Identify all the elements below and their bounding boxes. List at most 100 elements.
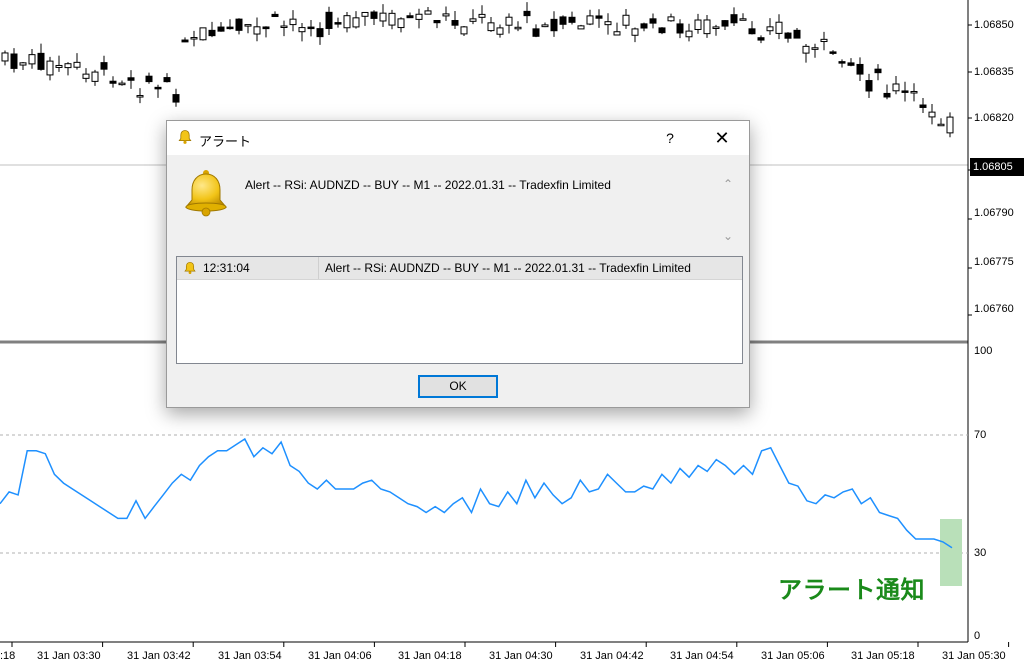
candle-body <box>325 11 333 29</box>
time-label: 31 Jan 04:06 <box>308 650 372 662</box>
time-label: 31 Jan 03:30 <box>37 650 101 662</box>
candle-body <box>568 16 576 23</box>
alert-highlight <box>940 519 962 586</box>
candle-body <box>721 20 729 27</box>
candle-body <box>145 75 153 83</box>
candle-body <box>514 26 522 30</box>
candle-body <box>658 27 666 34</box>
help-button[interactable]: ? <box>655 127 685 149</box>
candle-body <box>829 51 837 54</box>
price-label: 1.06790 <box>974 207 1014 219</box>
candle-body <box>622 14 630 26</box>
candle-body <box>244 24 252 27</box>
dialog-titlebar[interactable]: アラート ? ✕ <box>167 121 749 155</box>
candle-body <box>1 52 9 62</box>
candle-body <box>298 27 306 33</box>
candle-body <box>217 26 225 32</box>
candle-body <box>613 31 621 36</box>
candle-body <box>379 12 387 22</box>
candle-body <box>433 19 441 24</box>
candle-body <box>811 47 819 50</box>
time-label: 31 Jan 04:18 <box>398 650 462 662</box>
candle-body <box>901 90 909 93</box>
price-label: 1.06835 <box>974 66 1014 78</box>
candle-body <box>334 22 342 25</box>
candle-body <box>199 27 207 41</box>
alert-bell-icon <box>181 167 231 222</box>
candle-body <box>775 21 783 34</box>
candle-body <box>856 63 864 75</box>
time-label: :18 <box>0 650 16 662</box>
candle-body <box>163 77 171 83</box>
candle-body <box>424 10 432 15</box>
candle-body <box>55 64 63 68</box>
rsi-axis-label: 70 <box>974 429 987 441</box>
candle-body <box>757 37 765 41</box>
candle-body <box>343 15 351 29</box>
candle-body <box>208 29 216 37</box>
candle-body <box>91 71 99 82</box>
price-label: 1.06760 <box>974 303 1014 315</box>
candle-body <box>541 24 549 28</box>
ok-button[interactable]: OK <box>418 375 498 398</box>
rsi-axis-label: 0 <box>974 630 981 642</box>
time-label: 31 Jan 05:30 <box>942 650 1006 662</box>
candle-body <box>838 61 846 64</box>
candle-body <box>415 13 423 20</box>
close-button[interactable]: ✕ <box>707 127 737 149</box>
candle-body <box>172 94 180 103</box>
list-item[interactable]: 12:31:04 Alert -- RSi: AUDNZD -- BUY -- … <box>177 257 742 280</box>
candle-body <box>703 19 711 35</box>
candle-body <box>271 13 279 18</box>
candle-body <box>190 37 198 40</box>
candle-body <box>460 26 468 35</box>
candle-body <box>469 18 477 22</box>
rsi-axis-label: 100 <box>974 345 993 357</box>
candle-body <box>28 54 36 65</box>
candle-body <box>550 18 558 32</box>
candle-body <box>586 15 594 25</box>
time-label: 31 Jan 04:30 <box>489 650 553 662</box>
candle-body <box>136 95 144 98</box>
bell-icon <box>183 261 197 280</box>
time-label: 31 Jan 03:54 <box>218 650 282 662</box>
candle-body <box>154 86 162 90</box>
time-label: 31 Jan 04:54 <box>670 650 734 662</box>
candle-body <box>19 62 27 66</box>
candle-body <box>694 19 702 30</box>
candle-body <box>649 18 657 24</box>
candle-body <box>739 18 747 21</box>
candle-body <box>496 27 504 35</box>
candle-body <box>487 22 495 32</box>
time-label: 31 Jan 03:42 <box>127 650 191 662</box>
candle-body <box>406 15 414 19</box>
candle-body <box>100 62 108 70</box>
dialog-title: アラート <box>199 134 252 149</box>
scroll-down-icon[interactable]: ⌄ <box>723 229 733 243</box>
candle-body <box>73 61 81 68</box>
alert-dialog: アラート ? ✕ Alert -- RSi: AUDNZD -- BUY -- … <box>166 120 750 408</box>
candle-body <box>226 26 234 30</box>
candle-body <box>127 77 135 81</box>
scroll-up-icon[interactable]: ⌃ <box>723 177 733 191</box>
alert-row-message: Alert -- RSi: AUDNZD -- BUY -- M1 -- 202… <box>325 261 691 275</box>
candle-body <box>316 28 324 38</box>
candle-body <box>937 123 945 127</box>
candle-body <box>370 11 378 19</box>
candle-body <box>883 92 891 98</box>
alert-notification-annotation: アラート通知 <box>778 576 925 604</box>
candle-body <box>505 16 513 26</box>
rsi-series-line <box>0 437 953 549</box>
candle-body <box>181 39 189 43</box>
candle-body <box>451 20 459 26</box>
candle-body <box>523 10 531 17</box>
candle-body <box>820 38 828 43</box>
candle-body <box>352 17 360 28</box>
candle-body <box>595 15 603 19</box>
time-label: 31 Jan 05:06 <box>761 650 825 662</box>
candlestick-chart <box>1 2 954 138</box>
candle-body <box>631 28 639 36</box>
candle-body <box>847 62 855 66</box>
candle-body <box>478 13 486 18</box>
candle-body <box>640 23 648 29</box>
